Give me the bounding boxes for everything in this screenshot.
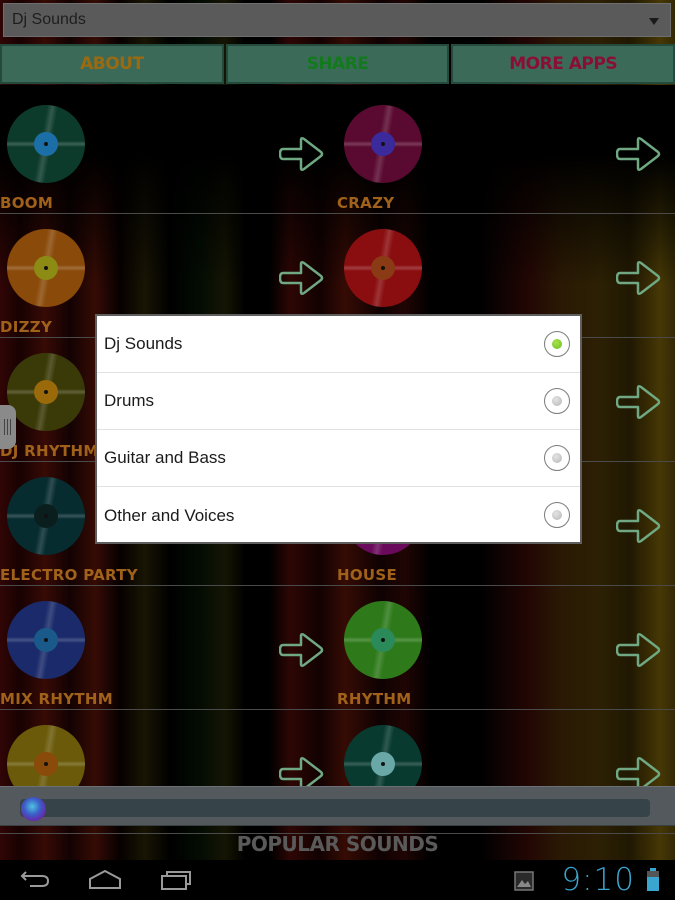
option-label: Other and Voices <box>104 505 235 525</box>
radio-dot-icon <box>552 396 562 406</box>
option-label: Dj Sounds <box>104 334 183 353</box>
radio-button[interactable] <box>544 388 570 414</box>
option-guitar-and-bass[interactable]: Guitar and Bass <box>97 430 580 487</box>
radio-dot-icon <box>552 339 562 349</box>
radio-dot-icon <box>552 510 562 520</box>
category-dialog: Dj Sounds Drums Guitar and Bass Other an… <box>95 314 582 544</box>
image-notification-icon <box>514 871 534 891</box>
radio-button[interactable] <box>544 502 570 528</box>
option-label: Drums <box>104 391 155 410</box>
radio-dot-icon <box>552 453 562 463</box>
radio-button[interactable] <box>544 445 570 471</box>
recent-apps-icon[interactable] <box>158 868 194 892</box>
battery-icon <box>647 868 659 891</box>
back-icon[interactable] <box>18 868 54 892</box>
option-label: Guitar and Bass <box>104 448 226 467</box>
radio-button-checked[interactable] <box>544 331 570 357</box>
option-other-and-voices[interactable]: Other and Voices <box>97 487 580 544</box>
clock: 9:10 <box>561 862 635 898</box>
system-navigation-bar: 9:10 <box>0 860 675 900</box>
home-icon[interactable] <box>87 868 123 892</box>
option-drums[interactable]: Drums <box>97 373 580 430</box>
option-dj-sounds[interactable]: Dj Sounds <box>97 316 580 373</box>
